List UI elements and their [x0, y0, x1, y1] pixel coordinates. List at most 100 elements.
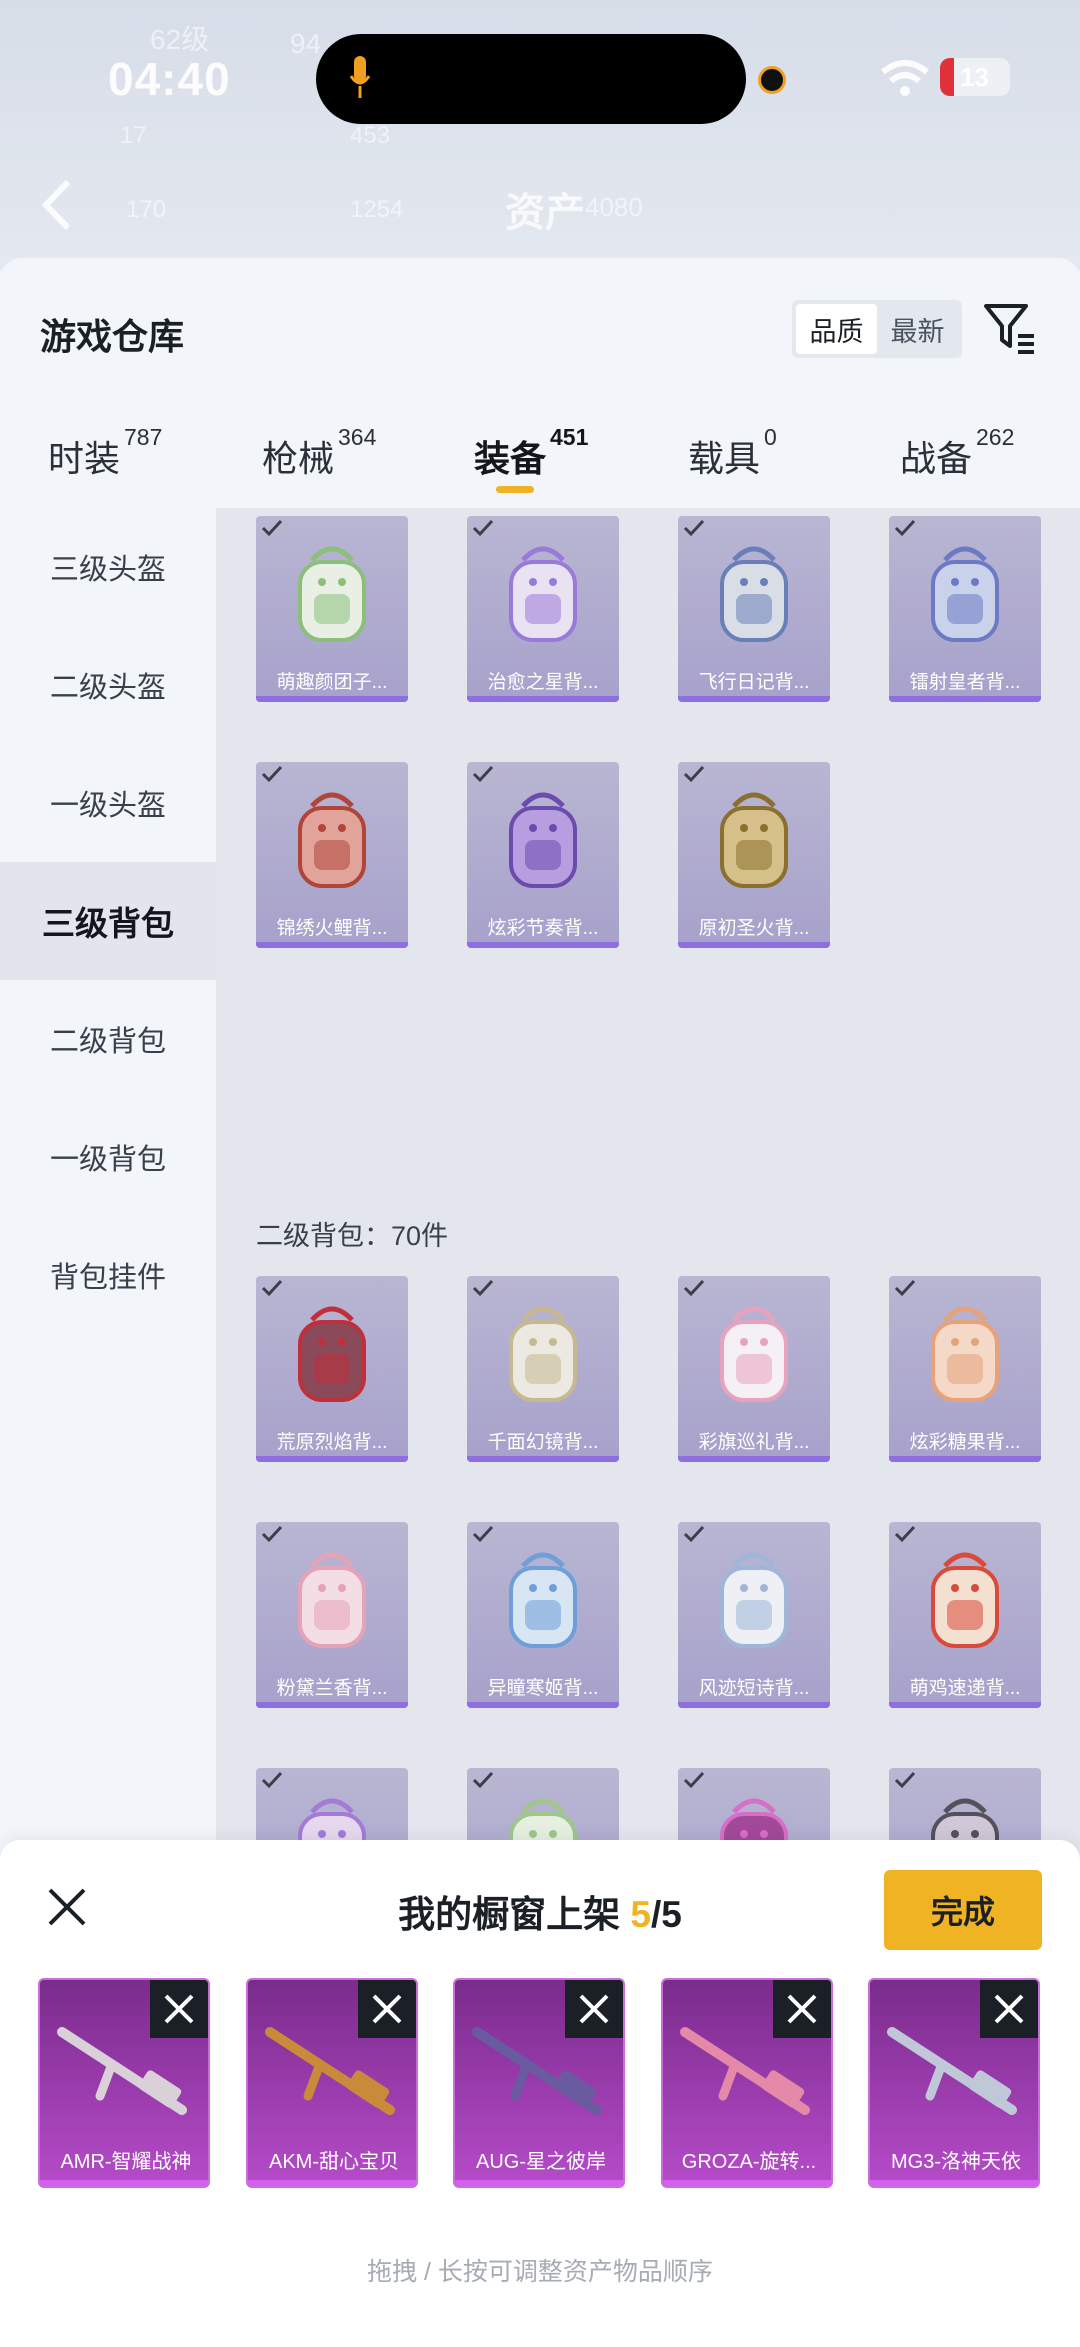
showcase-item-label: AMR-智耀战神	[60, 2151, 192, 2173]
item-card[interactable]: 锦绣火鲤背...	[256, 762, 408, 948]
item-card[interactable]: 萌趣颜团子...	[256, 516, 408, 702]
backpack-icon	[298, 792, 366, 888]
active-tab-indicator	[496, 486, 534, 493]
ghost-text: 17	[120, 122, 147, 149]
background-title: 资产	[505, 191, 585, 235]
item-card[interactable]: 异瞳寒姬背...	[467, 1522, 619, 1708]
showcase-total: /5	[651, 1894, 682, 1935]
tab-vehicles[interactable]: 载具0	[688, 424, 777, 482]
item-card[interactable]: 治愈之星背...	[467, 516, 619, 702]
backpack-icon	[509, 546, 577, 642]
sidebar-item-backpack-lv1[interactable]: 一级背包	[0, 1098, 216, 1216]
done-button[interactable]: 完成	[884, 1870, 1042, 1950]
quality-bar	[248, 2180, 416, 2186]
quality-bar	[678, 1456, 830, 1462]
sidebar-item-helmet-lv3[interactable]: 三级头盔	[0, 508, 216, 626]
tab-supplies[interactable]: 战备262	[900, 424, 1014, 482]
quality-bar	[889, 696, 1041, 702]
item-card[interactable]: 彩旗巡礼背...	[678, 1276, 830, 1462]
sidebar-item-backpack-charm[interactable]: 背包挂件	[0, 1216, 216, 1334]
ghost-text: 4080	[585, 192, 643, 222]
quality-bar	[663, 2180, 831, 2186]
item-label: 锦绣火鲤背...	[276, 918, 388, 939]
battery-icon: 13	[940, 58, 1010, 96]
back-icon[interactable]	[38, 178, 74, 232]
sidebar-item-backpack-lv3[interactable]: 三级背包	[0, 862, 216, 980]
sort-quality-option[interactable]: 品质	[796, 304, 877, 354]
quality-bar	[467, 1702, 619, 1708]
quality-bar	[889, 1702, 1041, 1708]
sidebar-item-helmet-lv2[interactable]: 二级头盔	[0, 626, 216, 744]
check-icon	[261, 1525, 283, 1543]
dynamic-island	[316, 34, 746, 124]
tab-label: 时装	[48, 438, 121, 479]
camera-indicator-icon	[758, 66, 786, 94]
item-label: 飞行日记背...	[698, 672, 810, 693]
check-icon	[683, 519, 705, 537]
item-card[interactable]: 炫彩糖果背...	[889, 1276, 1041, 1462]
showcase-item-label: AKM-甜心宝贝	[269, 2151, 399, 2173]
item-label: 镭射皇者背...	[909, 672, 1021, 693]
quality-bar	[467, 942, 619, 948]
showcase-item[interactable]: MG3-洛神天依	[868, 1978, 1040, 2188]
ghost-text: 1254	[350, 196, 404, 223]
item-card[interactable]: 荒原烈焰背...	[256, 1276, 408, 1462]
item-card[interactable]: 炫彩节奏背...	[467, 762, 619, 948]
check-icon	[683, 1771, 705, 1789]
item-label: 荒原烈焰背...	[276, 1432, 388, 1453]
ghost-text: 453	[350, 122, 391, 149]
sidebar-item-helmet-lv1[interactable]: 一级头盔	[0, 744, 216, 862]
item-card[interactable]: 原初圣火背...	[678, 762, 830, 948]
tab-weapons[interactable]: 枪械364	[262, 424, 376, 482]
showcase-item[interactable]: AUG-星之彼岸	[453, 1978, 625, 2188]
backpack-icon	[720, 546, 788, 642]
tab-count: 0	[764, 424, 777, 450]
tab-label: 战备	[900, 438, 973, 479]
quality-bar	[678, 1702, 830, 1708]
tab-label: 载具	[688, 438, 761, 479]
backpack-icon	[509, 1306, 577, 1402]
check-icon	[683, 1525, 705, 1543]
showcase-count: 5	[630, 1894, 651, 1935]
background-header: 62级 94 17 453 170 1254 4080 04:40 13 资产	[0, 0, 1080, 270]
check-icon	[683, 1279, 705, 1297]
tab-label: 枪械	[262, 438, 335, 479]
sidebar-item-backpack-lv2[interactable]: 二级背包	[0, 980, 216, 1098]
filter-icon[interactable]	[982, 300, 1038, 356]
item-card[interactable]: 千面幻镜背...	[467, 1276, 619, 1462]
item-card[interactable]: 飞行日记背...	[678, 516, 830, 702]
weapon-icon	[57, 2027, 187, 2115]
backpack-icon	[509, 792, 577, 888]
showcase-item[interactable]: GROZA-旋转...	[661, 1978, 833, 2188]
quality-bar	[256, 942, 408, 948]
backpack-icon	[509, 1552, 577, 1648]
page-title: 游戏仓库	[40, 316, 185, 357]
wifi-icon	[881, 60, 929, 96]
item-card[interactable]: 萌鸡速递背...	[889, 1522, 1041, 1708]
check-icon	[472, 1525, 494, 1543]
showcase-panel: 我的橱窗上架 5/5 完成 AMR-智耀战神 AKM-甜心宝贝 AUG-星之彼岸 GR…	[0, 1840, 1080, 2347]
category-tabs: 时装787 枪械364 装备451 载具0 战备262	[0, 408, 1080, 498]
weapon-icon	[887, 2027, 1017, 2115]
quality-bar	[870, 2180, 1038, 2186]
tab-equipment[interactable]: 装备451	[474, 424, 588, 482]
check-icon	[472, 519, 494, 537]
tab-count: 262	[976, 424, 1015, 450]
item-label: 炫彩糖果背...	[909, 1432, 1021, 1453]
showcase-title-text: 我的橱窗上架	[398, 1894, 631, 1935]
weapon-icon	[472, 2027, 602, 2115]
showcase-item[interactable]: AKM-甜心宝贝	[246, 1978, 418, 2188]
showcase-item[interactable]: AMR-智耀战神	[38, 1978, 210, 2188]
item-card[interactable]: 镭射皇者背...	[889, 516, 1041, 702]
item-card[interactable]: 风迹短诗背...	[678, 1522, 830, 1708]
item-label: 异瞳寒姬背...	[487, 1678, 599, 1699]
item-card[interactable]: 粉黛兰香背...	[256, 1522, 408, 1708]
sort-newest-option[interactable]: 最新	[877, 304, 958, 354]
tab-count: 451	[550, 424, 589, 450]
ghost-text: 170	[126, 196, 167, 223]
backpack-icon	[298, 546, 366, 642]
quality-bar	[889, 1456, 1041, 1462]
tab-fashion[interactable]: 时装787	[48, 424, 162, 482]
quality-bar	[256, 1702, 408, 1708]
quality-bar	[467, 1456, 619, 1462]
